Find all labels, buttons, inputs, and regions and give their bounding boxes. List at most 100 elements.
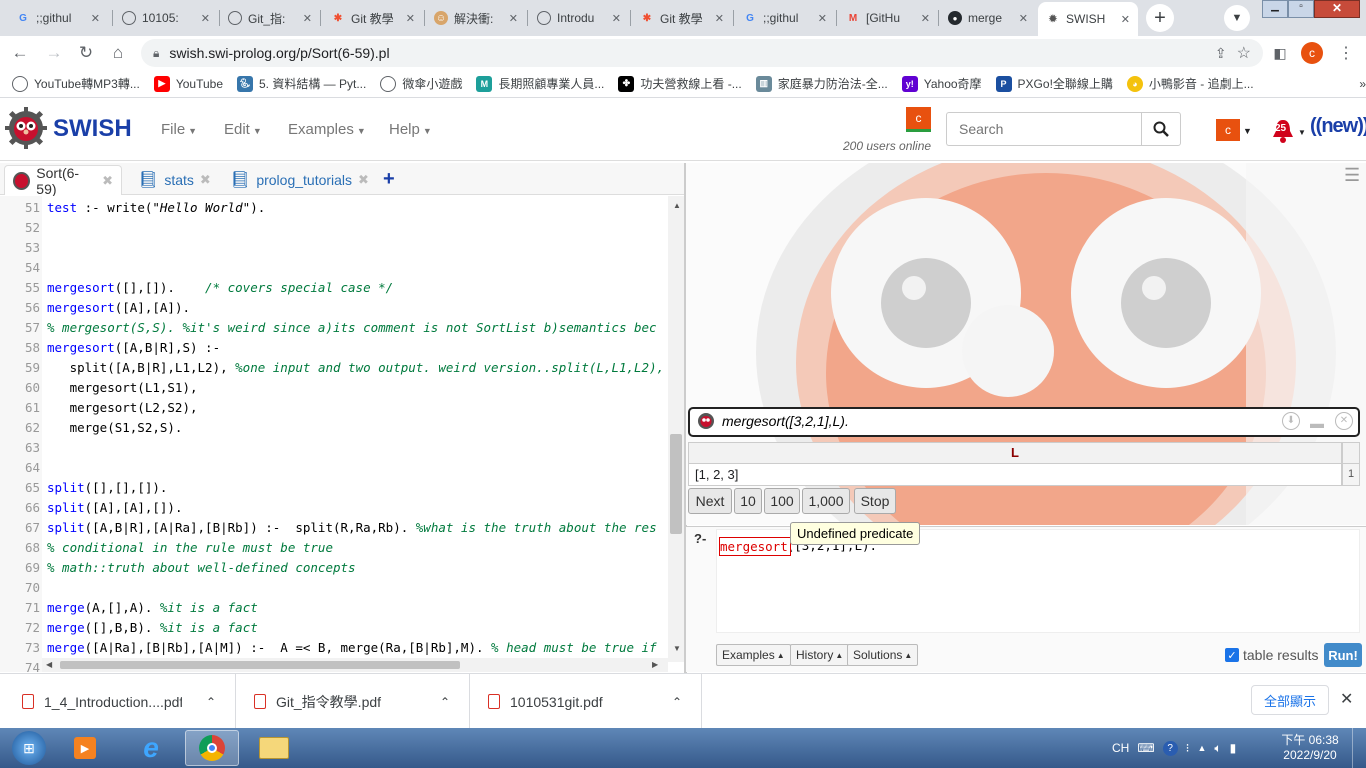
browser-tab[interactable]: G ;;githul ✕ bbox=[8, 4, 108, 32]
close-icon[interactable]: ✕ bbox=[509, 12, 518, 25]
show-hidden-icons[interactable]: ▲ bbox=[1198, 743, 1207, 753]
run-button[interactable]: Run! bbox=[1324, 643, 1362, 667]
clock[interactable]: 下午 06:38 2022/9/20 bbox=[1278, 728, 1342, 768]
close-icon[interactable]: ✕ bbox=[612, 12, 621, 25]
network-icon[interactable]: ▮ bbox=[1230, 741, 1237, 755]
close-icon[interactable]: ✖ bbox=[200, 172, 211, 188]
next-100-button[interactable]: 100 bbox=[764, 488, 800, 514]
maximize-button[interactable]: ▫ bbox=[1288, 0, 1314, 18]
swish-logo-text[interactable]: SWISH bbox=[53, 115, 132, 143]
bookmark-item[interactable]: ◕ 小鴨影音 - 追劇上... bbox=[1126, 75, 1254, 92]
user-avatar[interactable]: c bbox=[1216, 119, 1240, 141]
browser-tab[interactable]: Introdu ✕ bbox=[529, 4, 629, 32]
close-icon[interactable]: ✕ bbox=[303, 12, 312, 25]
close-icon[interactable]: ✕ bbox=[91, 12, 100, 25]
table-results-toggle[interactable]: ✓ table results bbox=[1225, 647, 1318, 663]
reload-button[interactable]: ↻ bbox=[74, 41, 98, 65]
bookmark-item[interactable]: YouTube轉MP3轉... bbox=[12, 75, 140, 92]
bookmark-item[interactable]: M 長期照顧專業人員... bbox=[476, 75, 604, 92]
share-icon[interactable]: ⇪ bbox=[1215, 45, 1227, 62]
side-panel-button[interactable]: ◧ bbox=[1268, 41, 1292, 65]
horizontal-scrollbar[interactable]: ◀ ▶ bbox=[42, 658, 668, 672]
new-features-badge[interactable]: ((new)) bbox=[1310, 115, 1366, 138]
help-icon[interactable]: ? bbox=[1162, 740, 1178, 756]
browser-menu-button[interactable]: ⋮ bbox=[1334, 41, 1358, 65]
close-runner-icon[interactable]: ✕ bbox=[1335, 412, 1353, 430]
download-item[interactable]: 1010531git.pdf ⌃ bbox=[470, 674, 702, 729]
next-10-button[interactable]: 10 bbox=[734, 488, 762, 514]
minimize-icon[interactable]: ▬ bbox=[1310, 415, 1324, 431]
bookmark-star-icon[interactable]: ☆ bbox=[1237, 43, 1251, 63]
close-icon[interactable]: ✕ bbox=[406, 12, 415, 25]
browser-tab-active[interactable]: ✹ SWISH ✕ bbox=[1038, 2, 1138, 36]
menu-help[interactable]: Help ▼ bbox=[389, 121, 432, 138]
chevron-up-icon[interactable]: ⌃ bbox=[206, 695, 216, 709]
minimize-button[interactable]: ▁ bbox=[1262, 0, 1288, 18]
browser-tab[interactable]: ● merge ✕ bbox=[940, 4, 1036, 32]
add-tab-button[interactable]: + bbox=[383, 168, 395, 191]
start-button[interactable]: ⊞ bbox=[2, 730, 56, 766]
new-tab-button[interactable]: + bbox=[1146, 4, 1174, 32]
taskbar-ie[interactable]: e bbox=[124, 730, 178, 766]
tab-search-button[interactable]: ▼ bbox=[1224, 5, 1250, 31]
close-icon[interactable]: ✕ bbox=[818, 12, 827, 25]
caret-down-icon[interactable]: ▼ bbox=[1298, 128, 1306, 137]
bookmark-item[interactable]: ▶ YouTube bbox=[153, 75, 223, 92]
examples-button[interactable]: Examples ▲ bbox=[716, 644, 791, 666]
horizontal-scrollbar-thumb[interactable] bbox=[60, 661, 460, 669]
home-button[interactable]: ⌂ bbox=[106, 41, 130, 65]
swish-logo-icon[interactable] bbox=[5, 107, 47, 149]
browser-tab[interactable]: ✱ Git 教學 ✕ bbox=[323, 4, 423, 32]
keyboard-icon[interactable]: ⌨ bbox=[1137, 741, 1154, 755]
close-icon[interactable]: ✕ bbox=[1019, 12, 1028, 25]
menu-examples[interactable]: Examples ▼ bbox=[288, 121, 366, 138]
close-downloads-icon[interactable]: ✕ bbox=[1340, 689, 1353, 709]
forward-button[interactable]: → bbox=[42, 41, 66, 65]
close-icon[interactable]: ✖ bbox=[358, 172, 369, 188]
tab-sort-file[interactable]: Sort(6-59) ✖ bbox=[4, 165, 122, 197]
close-icon[interactable]: ✖ bbox=[102, 173, 113, 189]
search-button[interactable] bbox=[1141, 112, 1181, 146]
taskbar-media-player[interactable]: ▶ bbox=[58, 730, 112, 766]
close-icon[interactable]: ✕ bbox=[715, 12, 724, 25]
caret-down-icon[interactable]: ▼ bbox=[1243, 126, 1252, 136]
browser-tab[interactable]: 10105: ✕ bbox=[114, 4, 218, 32]
scroll-down-icon[interactable]: ▼ bbox=[673, 644, 681, 653]
browser-tab[interactable]: ☺ 解決衝: ✕ bbox=[426, 4, 526, 32]
taskbar-chrome[interactable] bbox=[185, 730, 239, 766]
more-bookmarks-button[interactable]: » bbox=[1359, 77, 1366, 91]
scroll-right-icon[interactable]: ▶ bbox=[652, 660, 658, 669]
chevron-up-icon[interactable]: ⌃ bbox=[672, 695, 682, 709]
bookmark-item[interactable]: P PXGo!全聯線上購 bbox=[995, 75, 1113, 92]
next-1000-button[interactable]: 1,000 bbox=[802, 488, 850, 514]
browser-tab[interactable]: G ;;githul ✕ bbox=[735, 4, 835, 32]
close-icon[interactable]: ✕ bbox=[1121, 13, 1130, 26]
checkbox-checked-icon[interactable]: ✓ bbox=[1225, 648, 1239, 662]
notification-bell-icon[interactable]: 25 bbox=[1270, 117, 1296, 145]
chevron-up-icon[interactable]: ⌃ bbox=[440, 695, 450, 709]
vertical-scrollbar[interactable]: ▲ ▼ bbox=[668, 196, 684, 662]
download-icon[interactable]: ⬇ bbox=[1282, 412, 1300, 430]
speaker-icon[interactable]: 🔈︎ bbox=[1214, 741, 1221, 756]
tab-stats[interactable]: 📘︎ stats ✖ bbox=[130, 165, 216, 195]
next-button[interactable]: Next bbox=[688, 488, 732, 514]
history-button[interactable]: History ▲ bbox=[790, 644, 850, 666]
close-window-button[interactable]: ✕ bbox=[1314, 0, 1360, 18]
close-icon[interactable]: ✕ bbox=[921, 12, 930, 25]
scroll-left-icon[interactable]: ◀ bbox=[46, 660, 52, 669]
vertical-scrollbar-thumb[interactable] bbox=[670, 434, 682, 534]
browser-tab[interactable]: ✱ Git 教學 ✕ bbox=[632, 4, 732, 32]
download-item[interactable]: Git_指令教學.pdf ⌃ bbox=[236, 674, 470, 729]
address-bar[interactable]: 🔒︎ swish.swi-prolog.org/p/Sort(6-59).pl … bbox=[141, 39, 1263, 67]
back-button[interactable]: ← bbox=[8, 41, 32, 65]
stop-button[interactable]: Stop bbox=[854, 488, 896, 514]
download-item[interactable]: 1_4_Introduction....pdf ⌃ bbox=[0, 674, 236, 729]
bookmark-item[interactable]: ✤ 功夫營救線上看 -... bbox=[618, 75, 742, 92]
taskbar-explorer[interactable] bbox=[247, 730, 301, 766]
search-input[interactable] bbox=[946, 112, 1142, 146]
bookmark-item[interactable]: 🐍︎ 5. 資料結構 — Pyt... bbox=[237, 75, 366, 92]
menu-edit[interactable]: Edit ▼ bbox=[224, 121, 262, 138]
ime-indicator[interactable]: CH bbox=[1112, 741, 1129, 755]
hamburger-menu-icon[interactable]: ☰ bbox=[1344, 165, 1360, 186]
browser-tab[interactable]: M [GitHu ✕ bbox=[838, 4, 938, 32]
